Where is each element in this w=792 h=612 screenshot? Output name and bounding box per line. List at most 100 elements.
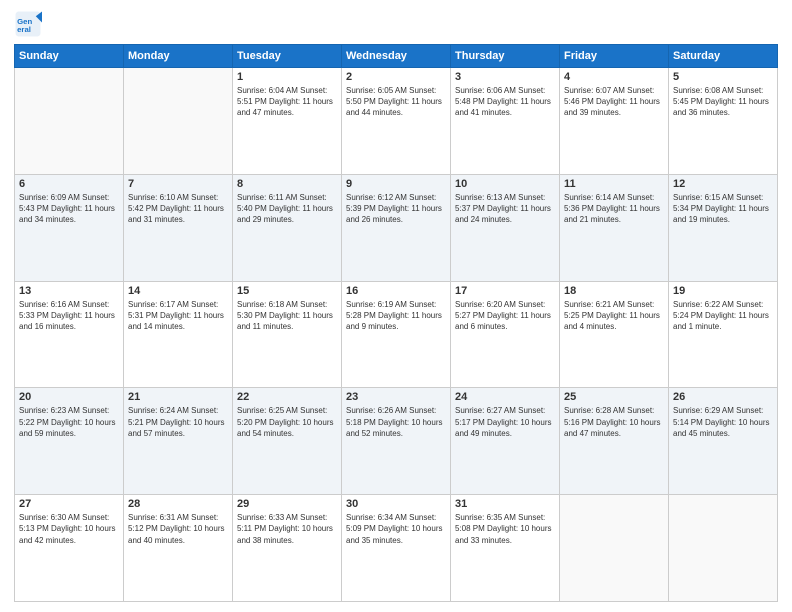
day-info: Sunrise: 6:16 AM Sunset: 5:33 PM Dayligh… — [19, 299, 119, 333]
calendar-cell: 26Sunrise: 6:29 AM Sunset: 5:14 PM Dayli… — [669, 388, 778, 495]
calendar-week-0: 1Sunrise: 6:04 AM Sunset: 5:51 PM Daylig… — [15, 68, 778, 175]
weekday-header-tuesday: Tuesday — [233, 45, 342, 68]
day-number: 2 — [346, 71, 446, 83]
calendar-cell — [669, 495, 778, 602]
weekday-header-sunday: Sunday — [15, 45, 124, 68]
calendar-cell: 21Sunrise: 6:24 AM Sunset: 5:21 PM Dayli… — [124, 388, 233, 495]
day-number: 3 — [455, 71, 555, 83]
calendar-cell: 18 Sunrise: 6:21 AM Sunset: 5:25 PM Dayli… — [560, 281, 669, 388]
calendar-cell: 28 Sunrise: 6:31 AM Sunset: 5:12 PM Dayli… — [124, 495, 233, 602]
day-number: 14 — [128, 285, 228, 297]
day-number: 23 — [346, 391, 446, 403]
day-info: Sunrise: 6:30 AM Sunset: 5:13 PM Dayligh… — [19, 512, 119, 546]
day-number: 1 — [237, 71, 337, 83]
calendar-week-1: 6 Sunrise: 6:09 AM Sunset: 5:43 PM Daylig… — [15, 174, 778, 281]
calendar-cell: 19Sunrise: 6:22 AM Sunset: 5:24 PM Dayli… — [669, 281, 778, 388]
calendar-cell: 30 Sunrise: 6:34 AM Sunset: 5:09 PM Dayli… — [342, 495, 451, 602]
weekday-header-monday: Monday — [124, 45, 233, 68]
logo: Gen eral — [14, 10, 46, 38]
calendar-cell: 24Sunrise: 6:27 AM Sunset: 5:17 PM Dayli… — [451, 388, 560, 495]
day-info: Sunrise: 6:34 AM Sunset: 5:09 PM Dayligh… — [346, 512, 446, 546]
day-number: 28 — [128, 498, 228, 510]
day-number: 9 — [346, 178, 446, 190]
calendar-cell: 15 Sunrise: 6:18 AM Sunset: 5:30 PM Dayli… — [233, 281, 342, 388]
day-info: Sunrise: 6:35 AM Sunset: 5:08 PM Dayligh… — [455, 512, 555, 546]
weekday-header-thursday: Thursday — [451, 45, 560, 68]
calendar-cell: 7 Sunrise: 6:10 AM Sunset: 5:42 PM Daylig… — [124, 174, 233, 281]
day-info: Sunrise: 6:19 AM Sunset: 5:28 PM Dayligh… — [346, 299, 446, 333]
calendar-table: SundayMondayTuesdayWednesdayThursdayFrid… — [14, 44, 778, 602]
day-number: 25 — [564, 391, 664, 403]
day-number: 16 — [346, 285, 446, 297]
day-number: 15 — [237, 285, 337, 297]
day-info: Sunrise: 6:14 AM Sunset: 5:36 PM Dayligh… — [564, 192, 664, 226]
day-number: 19 — [673, 285, 773, 297]
calendar-cell: 17Sunrise: 6:20 AM Sunset: 5:27 PM Dayli… — [451, 281, 560, 388]
day-info: Sunrise: 6:27 AM Sunset: 5:17 PM Dayligh… — [455, 405, 555, 439]
logo-icon: Gen eral — [14, 10, 42, 38]
calendar-cell: 27 Sunrise: 6:30 AM Sunset: 5:13 PM Dayli… — [15, 495, 124, 602]
calendar-cell: 16 Sunrise: 6:19 AM Sunset: 5:28 PM Dayli… — [342, 281, 451, 388]
calendar-cell: 23 Sunrise: 6:26 AM Sunset: 5:18 PM Dayli… — [342, 388, 451, 495]
calendar-cell: 14 Sunrise: 6:17 AM Sunset: 5:31 PM Dayli… — [124, 281, 233, 388]
day-info: Sunrise: 6:18 AM Sunset: 5:30 PM Dayligh… — [237, 299, 337, 333]
day-info: Sunrise: 6:17 AM Sunset: 5:31 PM Dayligh… — [128, 299, 228, 333]
day-number: 7 — [128, 178, 228, 190]
weekday-header-saturday: Saturday — [669, 45, 778, 68]
calendar-cell — [560, 495, 669, 602]
header: Gen eral — [14, 10, 778, 38]
calendar-cell: 31 Sunrise: 6:35 AM Sunset: 5:08 PM Dayli… — [451, 495, 560, 602]
day-info: Sunrise: 6:21 AM Sunset: 5:25 PM Dayligh… — [564, 299, 664, 333]
calendar-cell: 29 Sunrise: 6:33 AM Sunset: 5:11 PM Dayli… — [233, 495, 342, 602]
day-info: Sunrise: 6:26 AM Sunset: 5:18 PM Dayligh… — [346, 405, 446, 439]
calendar-cell: 5 Sunrise: 6:08 AM Sunset: 5:45 PM Daylig… — [669, 68, 778, 175]
day-number: 13 — [19, 285, 119, 297]
day-number: 31 — [455, 498, 555, 510]
calendar-cell: 9 Sunrise: 6:12 AM Sunset: 5:39 PM Daylig… — [342, 174, 451, 281]
day-number: 29 — [237, 498, 337, 510]
calendar-cell: 13 Sunrise: 6:16 AM Sunset: 5:33 PM Dayli… — [15, 281, 124, 388]
calendar-cell: 22Sunrise: 6:25 AM Sunset: 5:20 PM Dayli… — [233, 388, 342, 495]
day-info: Sunrise: 6:20 AM Sunset: 5:27 PM Dayligh… — [455, 299, 555, 333]
calendar-cell: 1Sunrise: 6:04 AM Sunset: 5:51 PM Daylig… — [233, 68, 342, 175]
day-info: Sunrise: 6:09 AM Sunset: 5:43 PM Dayligh… — [19, 192, 119, 226]
day-number: 10 — [455, 178, 555, 190]
page: Gen eral SundayMondayTuesdayWednesdayThu… — [0, 0, 792, 612]
calendar-cell: 4Sunrise: 6:07 AM Sunset: 5:46 PM Daylig… — [560, 68, 669, 175]
day-info: Sunrise: 6:08 AM Sunset: 5:45 PM Dayligh… — [673, 85, 773, 119]
calendar-cell: 12 Sunrise: 6:15 AM Sunset: 5:34 PM Dayli… — [669, 174, 778, 281]
day-info: Sunrise: 6:23 AM Sunset: 5:22 PM Dayligh… — [19, 405, 119, 439]
day-info: Sunrise: 6:10 AM Sunset: 5:42 PM Dayligh… — [128, 192, 228, 226]
calendar-cell — [15, 68, 124, 175]
day-number: 18 — [564, 285, 664, 297]
svg-text:eral: eral — [17, 25, 31, 34]
day-number: 12 — [673, 178, 773, 190]
calendar-cell: 6 Sunrise: 6:09 AM Sunset: 5:43 PM Daylig… — [15, 174, 124, 281]
day-number: 20 — [19, 391, 119, 403]
day-number: 4 — [564, 71, 664, 83]
calendar-cell: 3Sunrise: 6:06 AM Sunset: 5:48 PM Daylig… — [451, 68, 560, 175]
day-number: 30 — [346, 498, 446, 510]
day-info: Sunrise: 6:11 AM Sunset: 5:40 PM Dayligh… — [237, 192, 337, 226]
day-info: Sunrise: 6:15 AM Sunset: 5:34 PM Dayligh… — [673, 192, 773, 226]
day-info: Sunrise: 6:25 AM Sunset: 5:20 PM Dayligh… — [237, 405, 337, 439]
weekday-header-wednesday: Wednesday — [342, 45, 451, 68]
calendar-cell: 20 Sunrise: 6:23 AM Sunset: 5:22 PM Dayli… — [15, 388, 124, 495]
day-number: 11 — [564, 178, 664, 190]
day-info: Sunrise: 6:33 AM Sunset: 5:11 PM Dayligh… — [237, 512, 337, 546]
day-info: Sunrise: 6:31 AM Sunset: 5:12 PM Dayligh… — [128, 512, 228, 546]
weekday-header-row: SundayMondayTuesdayWednesdayThursdayFrid… — [15, 45, 778, 68]
calendar-week-4: 27 Sunrise: 6:30 AM Sunset: 5:13 PM Dayli… — [15, 495, 778, 602]
calendar-week-3: 20 Sunrise: 6:23 AM Sunset: 5:22 PM Dayli… — [15, 388, 778, 495]
calendar-cell: 11 Sunrise: 6:14 AM Sunset: 5:36 PM Dayli… — [560, 174, 669, 281]
calendar-cell: 25 Sunrise: 6:28 AM Sunset: 5:16 PM Dayli… — [560, 388, 669, 495]
day-info: Sunrise: 6:28 AM Sunset: 5:16 PM Dayligh… — [564, 405, 664, 439]
day-number: 6 — [19, 178, 119, 190]
day-info: Sunrise: 6:12 AM Sunset: 5:39 PM Dayligh… — [346, 192, 446, 226]
calendar-cell: 2Sunrise: 6:05 AM Sunset: 5:50 PM Daylig… — [342, 68, 451, 175]
day-number: 5 — [673, 71, 773, 83]
day-info: Sunrise: 6:13 AM Sunset: 5:37 PM Dayligh… — [455, 192, 555, 226]
calendar-cell: 10 Sunrise: 6:13 AM Sunset: 5:37 PM Dayli… — [451, 174, 560, 281]
day-number: 27 — [19, 498, 119, 510]
calendar-week-2: 13 Sunrise: 6:16 AM Sunset: 5:33 PM Dayli… — [15, 281, 778, 388]
